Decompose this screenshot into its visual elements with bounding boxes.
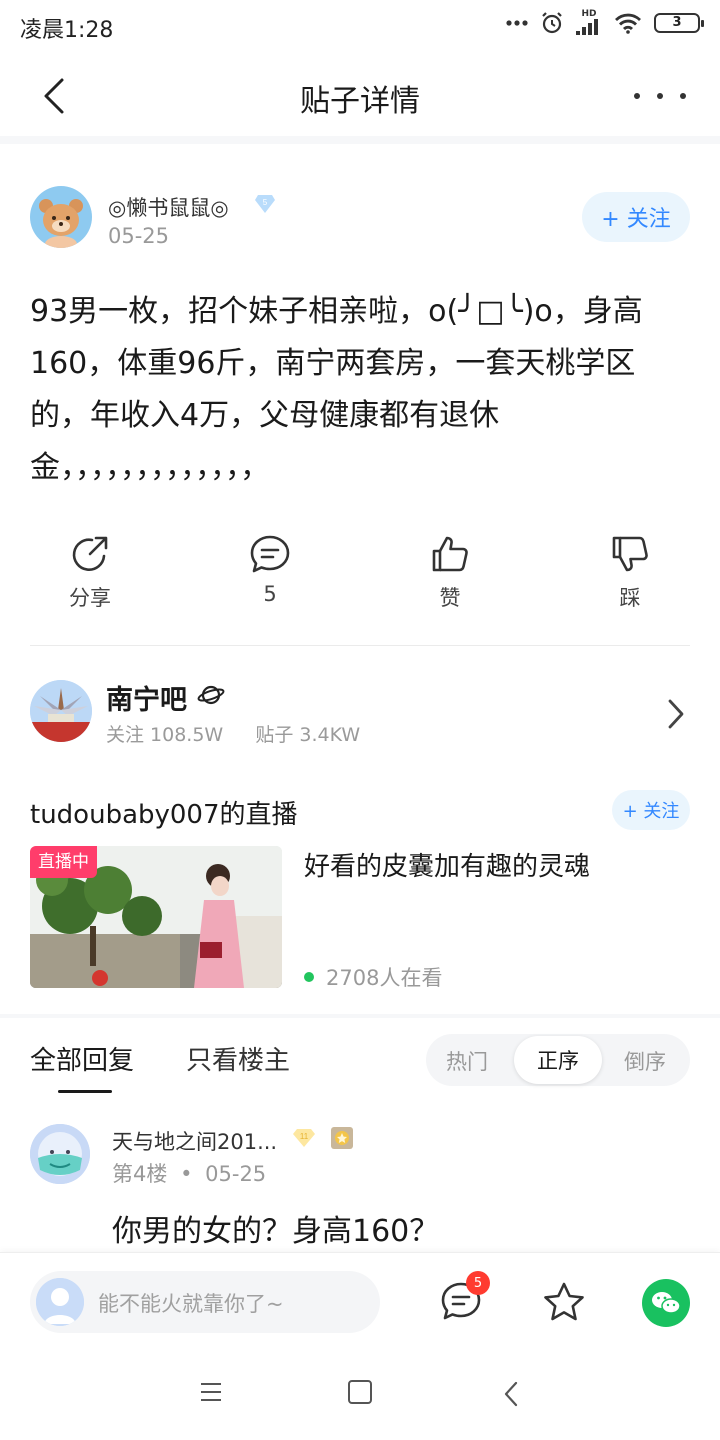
follow-author-button[interactable]: + 关注 [582,192,690,242]
menu-icon[interactable] [200,1382,222,1402]
share-label: 分享 [69,586,111,610]
post-content: 93男一枚，招个妹子相亲啦，o(╯□╰)o，身高160，体重96斤，南宁两套房，… [30,294,643,485]
comment-count: 5 [263,582,277,606]
wifi-icon [615,13,641,34]
hd-label: HD [581,9,597,19]
more-dot [657,93,663,99]
page-title: 贴子详情 [300,84,420,119]
bottom-action-bar: 能不能火就靠你了~ 5 [0,1252,720,1344]
reply-floor: 第4楼 [112,1162,168,1186]
reply-avatar[interactable] [30,1124,90,1184]
live-badge: 直播中 [30,846,97,878]
forum-stats: 关注 108.5W 贴子 3.4KW [106,720,360,747]
author-avatar[interactable] [30,186,92,248]
dislike-label: 踩 [619,586,641,610]
medal-icon [331,1127,353,1149]
home-icon[interactable] [348,1380,372,1404]
comment-badge: 5 [466,1271,490,1295]
share-button[interactable]: 分享 [30,534,150,612]
reply-content: 你男的女的？身高160？ [112,1214,440,1249]
sort-hot-button[interactable]: 热门 [446,1046,488,1076]
comment-button[interactable]: 5 [210,534,330,606]
more-dots-icon [506,19,528,26]
bear-avatar-image [39,199,83,248]
alarm-icon [542,11,562,33]
author-name[interactable]: ◎懒书鼠鼠◎ [108,192,229,222]
live-indicator [304,972,314,982]
thumbs-up-icon [432,536,468,572]
nav-back-icon[interactable] [502,1380,520,1408]
follow-live-button[interactable]: + 关注 [612,790,690,830]
post-date: 05-25 [108,224,170,248]
reply-placeholder: 能不能火就靠你了~ [98,1292,284,1316]
dislike-button[interactable]: 踩 [570,534,690,612]
thumbs-down-icon [612,536,648,572]
star-icon[interactable] [542,1281,586,1323]
divider [0,1014,720,1018]
forum-landmark-image [30,680,92,742]
chevron-right-icon[interactable] [666,698,686,730]
reply-level-value: 11 [300,1132,309,1141]
forum-followers: 关注 108.5W [106,724,224,746]
chevron-left-icon [44,78,64,114]
active-tab-indicator [58,1090,112,1093]
signal-icon [576,19,598,35]
like-button[interactable]: 赞 [390,534,510,612]
reply-author-name[interactable]: 天与地之间201... [112,1126,277,1156]
level-badge: 5 [254,194,276,214]
status-icons: HD 3 [506,9,704,35]
divider [30,645,690,646]
wechat-icon [652,1292,681,1314]
default-user-icon [36,1278,84,1326]
battery-level: 3 [672,14,682,30]
sort-toggle: 热门 正序 倒序 [426,1034,690,1086]
masked-face-avatar-image [30,1124,90,1184]
comment-icon [250,535,290,573]
forum-name[interactable]: 南宁吧 [106,678,187,717]
more-options-button[interactable] [634,76,686,116]
wechat-share-button[interactable] [642,1279,690,1327]
diamond-icon: 5 [255,195,275,213]
title-bar: 贴子详情 [0,56,720,136]
status-time: 凌晨1:28 [20,18,114,43]
forum-posts: 贴子 3.4KW [255,724,361,746]
system-nav-bar [0,1344,720,1440]
live-viewers: 2708人在看 [304,962,442,992]
tab-op-only[interactable]: 只看楼主 [186,1040,290,1077]
live-headline[interactable]: 好看的皮囊加有趣的灵魂 [304,846,590,883]
planet-icon [197,685,225,705]
share-icon [72,536,108,572]
live-title[interactable]: tudoubaby007的直播 [30,794,298,831]
reply-date: 05-25 [205,1162,267,1186]
tab-all-replies[interactable]: 全部回复 [30,1040,134,1077]
reply-input[interactable]: 能不能火就靠你了~ [30,1271,380,1333]
viewer-count: 2708人在看 [326,966,443,990]
sort-asc-button[interactable]: 正序 [514,1036,602,1084]
like-label: 赞 [439,586,461,610]
forum-avatar[interactable] [30,680,92,742]
more-dot [634,93,640,99]
sort-desc-button[interactable]: 倒序 [624,1046,666,1076]
live-thumbnail[interactable]: 直播中 [30,846,282,988]
level-value: 5 [263,198,268,207]
level-diamond-icon: 11 [293,1129,315,1147]
reply-meta: 第4楼 • 05-25 [112,1162,267,1186]
my-avatar [36,1278,84,1326]
divider [0,136,720,144]
back-button[interactable] [34,74,78,118]
battery-icon: 3 [654,12,704,33]
more-dot [680,93,686,99]
